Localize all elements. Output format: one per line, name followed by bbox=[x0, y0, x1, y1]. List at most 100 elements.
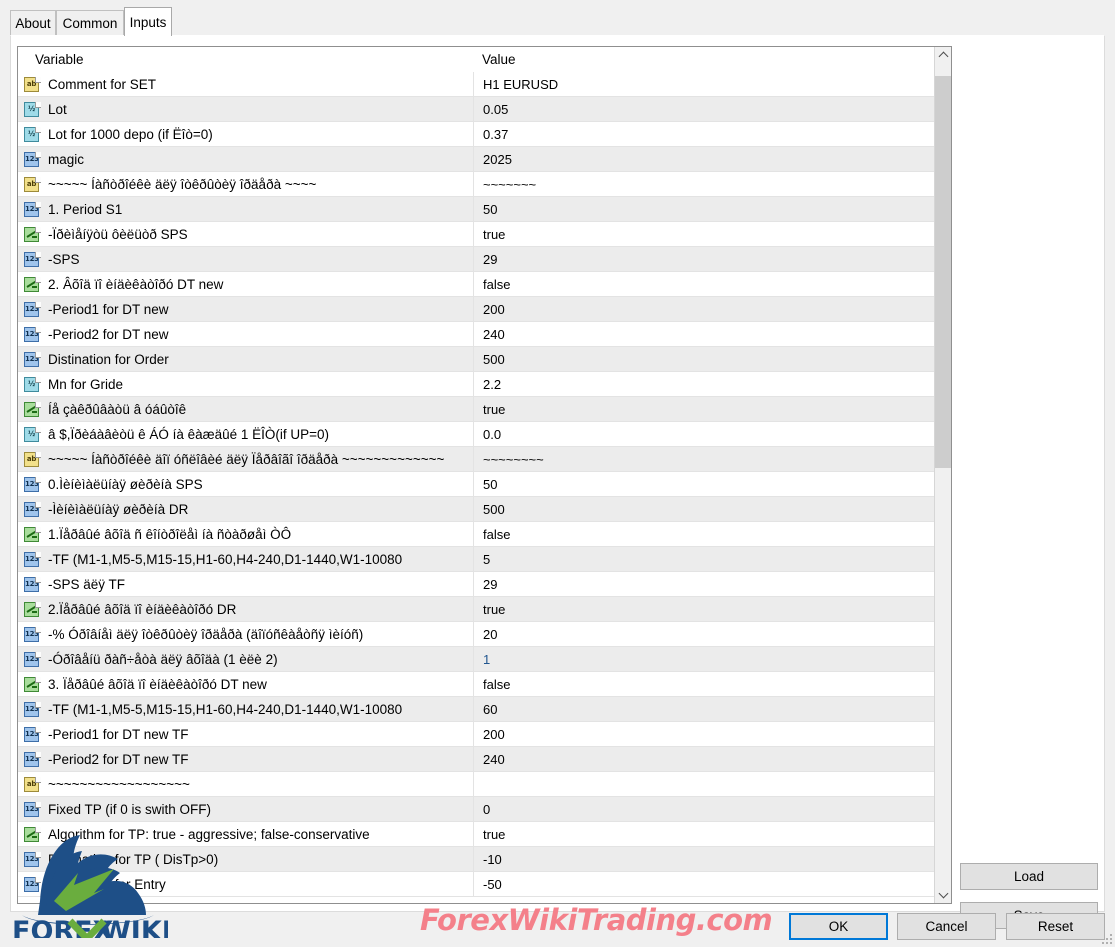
variable-cell[interactable]: ½ Mn for Gride bbox=[18, 372, 473, 397]
variable-cell[interactable]: -Ïðèìåíÿòü ôèëüòð SPS bbox=[18, 222, 473, 247]
ok-button[interactable]: OK bbox=[789, 913, 888, 940]
variable-cell[interactable]: 123 -Period2 for DT new TF bbox=[18, 747, 473, 772]
value-cell[interactable]: 1 bbox=[473, 646, 934, 672]
grid-vertical-scrollbar[interactable] bbox=[934, 47, 951, 903]
table-row[interactable]: 2. Âõîä ïî èíäèêàòîðó DT new false bbox=[18, 271, 934, 297]
variable-cell[interactable]: 123 Distination for Order bbox=[18, 347, 473, 372]
value-cell[interactable]: 240 bbox=[473, 746, 934, 772]
table-row[interactable]: ½ Lot for 1000 depo (if Ëîò=0) 0.37 bbox=[18, 121, 934, 147]
table-row[interactable]: 123 -SPS äëÿ TF 29 bbox=[18, 571, 934, 597]
variable-cell[interactable]: 123 1. Period S1 bbox=[18, 197, 473, 222]
table-row[interactable]: ab ~~~~~~~~~~~~~~~~~~ bbox=[18, 771, 934, 797]
table-row[interactable]: ½ Lot 0.05 bbox=[18, 96, 934, 122]
value-cell[interactable]: 60 bbox=[473, 696, 934, 722]
table-row[interactable]: 3. Ïåðâûé âõîä ïî èíäèêàòîðó DT new false bbox=[18, 671, 934, 697]
variable-cell[interactable]: 123 Fixed TP (if 0 is swith OFF) bbox=[18, 797, 473, 822]
variable-cell[interactable]: Algorithm for TP: true - aggressive; fal… bbox=[18, 822, 473, 847]
resize-grip[interactable] bbox=[1100, 932, 1112, 944]
variable-cell[interactable]: ab Comment for SET bbox=[18, 72, 473, 97]
table-row[interactable]: ½ â $,Ïðèáàâèòü ê ÁÓ íà êàæäûé 1 ËÎÒ(if U… bbox=[18, 421, 934, 447]
value-cell[interactable]: ~~~~~~~~ bbox=[473, 446, 934, 472]
value-cell[interactable] bbox=[473, 771, 934, 797]
variable-cell[interactable]: ab ~~~~~ Íàñòðîéêè äëÿ îòêðûòèÿ îðäåðà ~~… bbox=[18, 172, 473, 197]
variable-cell[interactable]: 1.Ïåðâûé âõîä ñ êîíòðîëåì íà ñòàðøåì ÒÔ bbox=[18, 522, 473, 547]
value-cell[interactable]: 500 bbox=[473, 496, 934, 522]
variable-cell[interactable]: ½ â $,Ïðèáàâèòü ê ÁÓ íà êàæäûé 1 ËÎÒ(if U… bbox=[18, 422, 473, 447]
table-row[interactable]: ½ Mn for Gride 2.2 bbox=[18, 371, 934, 397]
table-row[interactable]: 123 Distination for Order 500 bbox=[18, 346, 934, 372]
table-row[interactable]: ab ~~~~~ Íàñòðîéêè äëÿ îòêðûòèÿ îðäåðà ~~… bbox=[18, 171, 934, 197]
value-cell[interactable]: true bbox=[473, 221, 934, 247]
table-row[interactable]: 123 -Ìèíèìàëüíàÿ øèðèíà DR 500 bbox=[18, 496, 934, 522]
table-row[interactable]: -Ïðèìåíÿòü ôèëüòð SPS true bbox=[18, 221, 934, 247]
scroll-down-button[interactable] bbox=[935, 886, 951, 903]
value-cell[interactable]: -10 bbox=[473, 846, 934, 872]
table-row[interactable]: 123 Distination for TP ( DisTp>0) -10 bbox=[18, 846, 934, 872]
value-cell[interactable]: true bbox=[473, 821, 934, 847]
table-row[interactable]: 123 1. Period S1 50 bbox=[18, 196, 934, 222]
variable-cell[interactable]: 123 Distination for Entry bbox=[18, 872, 473, 897]
value-cell[interactable]: 50 bbox=[473, 471, 934, 497]
table-row[interactable]: 123 0.Ìèíèìàëüíàÿ øèðèíà SPS 50 bbox=[18, 471, 934, 497]
value-cell[interactable]: H1 EURUSD bbox=[473, 71, 934, 97]
table-row[interactable]: 123 -Óðîâåíü ðàñ÷åòà äëÿ âõîäà (1 èëè 2) 1 bbox=[18, 646, 934, 672]
value-cell[interactable]: 50 bbox=[473, 196, 934, 222]
table-row[interactable]: Algorithm for TP: true - aggressive; fal… bbox=[18, 821, 934, 847]
value-cell[interactable]: 20 bbox=[473, 621, 934, 647]
variable-cell[interactable]: 123 -SPS bbox=[18, 247, 473, 272]
cancel-button[interactable]: Cancel bbox=[897, 913, 996, 940]
value-cell[interactable]: 29 bbox=[473, 246, 934, 272]
column-header-variable[interactable]: Variable bbox=[18, 52, 473, 67]
value-cell[interactable]: 0.05 bbox=[473, 96, 934, 122]
value-cell[interactable]: 200 bbox=[473, 721, 934, 747]
variable-cell[interactable]: 123 -% Óðîâíåì äëÿ îòêðûòèÿ îðäåðà (äîïóñ… bbox=[18, 622, 473, 647]
tab-inputs[interactable]: Inputs bbox=[124, 7, 172, 36]
table-row[interactable]: 123 -SPS 29 bbox=[18, 246, 934, 272]
variable-cell[interactable]: ab ~~~~~ Íàñòðîéêè äîï óñëîâèé äëÿ Ïåðâîã… bbox=[18, 447, 473, 472]
variable-cell[interactable]: ½ Lot for 1000 depo (if Ëîò=0) bbox=[18, 122, 473, 147]
table-row[interactable]: 123 -TF (M1-1,M5-5,M15-15,H1-60,H4-240,D1… bbox=[18, 546, 934, 572]
variable-cell[interactable]: 123 -SPS äëÿ TF bbox=[18, 572, 473, 597]
value-cell[interactable]: ~~~~~~~ bbox=[473, 171, 934, 197]
tab-common[interactable]: Common bbox=[56, 10, 124, 36]
table-row[interactable]: 123 -Period1 for DT new 200 bbox=[18, 296, 934, 322]
value-cell[interactable]: true bbox=[473, 596, 934, 622]
table-row[interactable]: ab ~~~~~ Íàñòðîéêè äîï óñëîâèé äëÿ Ïåðâîã… bbox=[18, 446, 934, 472]
value-cell[interactable]: -50 bbox=[473, 871, 934, 897]
table-row[interactable]: Íå çàêðûâàòü â óáûòîê true bbox=[18, 396, 934, 422]
load-button[interactable]: Load bbox=[960, 863, 1098, 890]
table-row[interactable]: 123 Distination for Entry -50 bbox=[18, 871, 934, 897]
value-cell[interactable]: false bbox=[473, 271, 934, 297]
table-row[interactable]: 123 magic 2025 bbox=[18, 146, 934, 172]
variable-cell[interactable]: 123 -Óðîâåíü ðàñ÷åòà äëÿ âõîäà (1 èëè 2) bbox=[18, 647, 473, 672]
value-cell[interactable]: 200 bbox=[473, 296, 934, 322]
table-row[interactable]: 123 -% Óðîâíåì äëÿ îòêðûòèÿ îðäåðà (äîïóñ… bbox=[18, 621, 934, 647]
table-row[interactable]: 123 -Period2 for DT new 240 bbox=[18, 321, 934, 347]
value-cell[interactable]: 2025 bbox=[473, 146, 934, 172]
value-cell[interactable]: 0 bbox=[473, 796, 934, 822]
variable-cell[interactable]: 3. Ïåðâûé âõîä ïî èíäèêàòîðó DT new bbox=[18, 672, 473, 697]
value-cell[interactable]: 29 bbox=[473, 571, 934, 597]
value-cell[interactable]: false bbox=[473, 521, 934, 547]
scrollbar-thumb[interactable] bbox=[935, 76, 951, 468]
variable-cell[interactable]: 123 -TF (M1-1,M5-5,M15-15,H1-60,H4-240,D1… bbox=[18, 547, 473, 572]
variable-cell[interactable]: 123 magic bbox=[18, 147, 473, 172]
value-cell[interactable]: 2.2 bbox=[473, 371, 934, 397]
variable-cell[interactable]: 123 Distination for TP ( DisTp>0) bbox=[18, 847, 473, 872]
table-row[interactable]: 123 -Period2 for DT new TF 240 bbox=[18, 746, 934, 772]
variable-cell[interactable]: ab ~~~~~~~~~~~~~~~~~~ bbox=[18, 772, 473, 797]
variable-cell[interactable]: 123 -Period2 for DT new bbox=[18, 322, 473, 347]
table-row[interactable]: 123 -Period1 for DT new TF 200 bbox=[18, 721, 934, 747]
variable-cell[interactable]: Íå çàêðûâàòü â óáûòîê bbox=[18, 397, 473, 422]
variable-cell[interactable]: 123 -TF (M1-1,M5-5,M15-15,H1-60,H4-240,D1… bbox=[18, 697, 473, 722]
variable-cell[interactable]: 123 -Period1 for DT new bbox=[18, 297, 473, 322]
variable-cell[interactable]: 2. Âõîä ïî èíäèêàòîðó DT new bbox=[18, 272, 473, 297]
value-cell[interactable]: 5 bbox=[473, 546, 934, 572]
value-cell[interactable]: 500 bbox=[473, 346, 934, 372]
table-row[interactable]: 123 -TF (M1-1,M5-5,M15-15,H1-60,H4-240,D1… bbox=[18, 696, 934, 722]
table-row[interactable]: 2.Ïåðâûé âõîä ïî èíäèêàòîðó DR true bbox=[18, 596, 934, 622]
variable-cell[interactable]: 123 -Period1 for DT new TF bbox=[18, 722, 473, 747]
scroll-up-button[interactable] bbox=[935, 47, 951, 64]
table-row[interactable]: 123 Fixed TP (if 0 is swith OFF) 0 bbox=[18, 796, 934, 822]
variable-cell[interactable]: 123 0.Ìèíèìàëüíàÿ øèðèíà SPS bbox=[18, 472, 473, 497]
